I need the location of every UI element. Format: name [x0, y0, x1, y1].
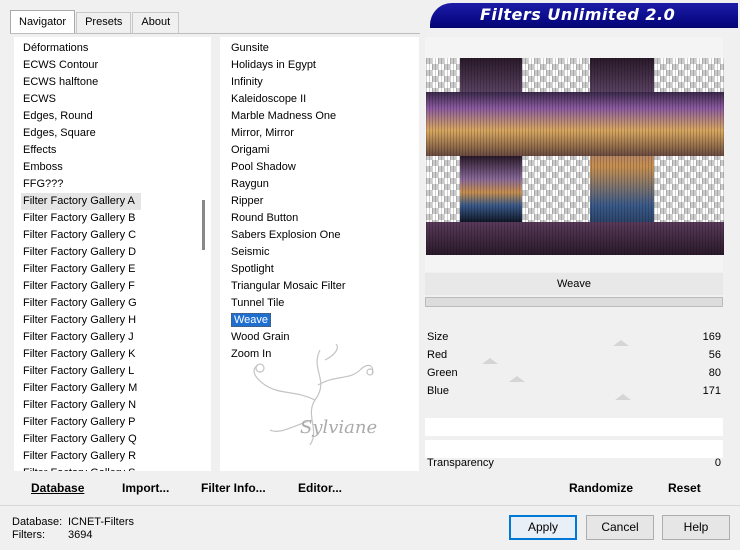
randomize-button[interactable]: Randomize [569, 481, 633, 495]
category-item[interactable]: ECWS halftone [23, 74, 211, 91]
category-item[interactable]: Filter Factory Gallery E [23, 261, 211, 278]
filter-item[interactable]: Origami [231, 142, 419, 159]
control-value: 56 [708, 349, 721, 361]
category-scrollbar-thumb[interactable] [202, 200, 205, 250]
category-item[interactable]: Emboss [23, 159, 211, 176]
category-item[interactable]: Effects [23, 142, 211, 159]
control-value: 0 [714, 457, 721, 469]
category-item[interactable]: Filter Factory Gallery F [23, 278, 211, 295]
slider-marker[interactable] [615, 394, 631, 400]
database-info: Database: ICNET-Filters [12, 516, 134, 529]
category-item[interactable]: ECWS Contour [23, 57, 211, 74]
filter-item[interactable]: Raygun [231, 176, 419, 193]
database-button[interactable]: Database [31, 481, 84, 495]
category-item[interactable]: Filter Factory Gallery Q [23, 431, 211, 448]
filter-item[interactable]: Weave [231, 312, 419, 329]
filter-item[interactable]: Round Button [231, 210, 419, 227]
help-button[interactable]: Help [662, 515, 730, 540]
category-item[interactable]: Filter Factory Gallery H [23, 312, 211, 329]
tab-navigator[interactable]: Navigator [10, 10, 76, 34]
control-transparency[interactable]: Transparency 0 [425, 454, 723, 472]
filter-item[interactable]: Pool Shadow [231, 159, 419, 176]
category-item[interactable]: ECWS [23, 91, 211, 108]
filters-info: Filters: 3694 [12, 529, 92, 542]
preview-image [426, 58, 724, 255]
selected-filter-label: Weave [231, 313, 272, 327]
category-item[interactable]: Filter Factory Gallery N [23, 397, 211, 414]
category-item[interactable]: FFG??? [23, 176, 211, 193]
filter-controls: Size 169 Red 56 Green 80 Blue 171 Transp… [425, 310, 723, 471]
filter-item[interactable]: Marble Madness One [231, 108, 419, 125]
category-list[interactable]: Déformations ECWS Contour ECWS halftone ECW… [14, 37, 211, 471]
category-item[interactable]: Filter Factory Gallery R [23, 448, 211, 465]
tab-bar: Navigator Presets About [10, 10, 180, 34]
filter-item[interactable]: Gunsite [231, 40, 419, 57]
category-item[interactable]: Filter Factory Gallery C [23, 227, 211, 244]
app-title: Filters Unlimited 2.0 [480, 5, 676, 24]
category-item[interactable]: Filter Factory Gallery J [23, 329, 211, 346]
category-item[interactable]: Filter Factory Gallery B [23, 210, 211, 227]
category-item[interactable]: Filter Factory Gallery D [23, 244, 211, 261]
control-label: Red [427, 349, 448, 361]
control-label: Transparency [427, 457, 494, 469]
watermark-text: Sylviane [300, 417, 378, 438]
filter-item[interactable]: Spotlight [231, 261, 419, 278]
filter-item[interactable]: Infinity [231, 74, 419, 91]
category-item[interactable]: Filter Factory Gallery A [21, 193, 141, 210]
control-green[interactable]: Green 80 [425, 364, 723, 382]
database-value: ICNET-Filters [68, 516, 134, 528]
filter-info-button[interactable]: Filter Info... [201, 481, 266, 495]
filter-item[interactable]: Tunnel Tile [231, 295, 419, 312]
apply-button[interactable]: Apply [509, 515, 577, 540]
category-item[interactable]: Filter Factory Gallery M [23, 380, 211, 397]
preview-progress-bar [425, 297, 723, 307]
control-size[interactable]: Size 169 [425, 328, 723, 346]
category-item[interactable]: Filter Factory Gallery G [23, 295, 211, 312]
control-red[interactable]: Red 56 [425, 346, 723, 364]
editor-button[interactable]: Editor... [298, 481, 342, 495]
filter-item[interactable]: Kaleidoscope II [231, 91, 419, 108]
tab-about[interactable]: About [132, 12, 180, 34]
control-value: 169 [702, 331, 721, 343]
filter-item[interactable]: Seismic [231, 244, 419, 261]
category-item[interactable]: Filter Factory Gallery K [23, 346, 211, 363]
category-item[interactable]: Edges, Round [23, 108, 211, 125]
tab-divider [10, 33, 420, 34]
import-button[interactable]: Import... [122, 481, 169, 495]
app-title-banner: Filters Unlimited 2.0 [430, 3, 738, 28]
filter-item[interactable]: Mirror, Mirror [231, 125, 419, 142]
tab-presets[interactable]: Presets [76, 12, 132, 34]
filter-item[interactable]: Holidays in Egypt [231, 57, 419, 74]
footer-divider [0, 505, 740, 506]
empty-control-row [425, 418, 723, 436]
filters-value: 3694 [68, 529, 93, 541]
cancel-button[interactable]: Cancel [586, 515, 654, 540]
preview-filter-name: Weave [425, 273, 723, 295]
filter-item[interactable]: Sabers Explosion One [231, 227, 419, 244]
control-value: 80 [708, 367, 721, 379]
filters-label: Filters: [12, 529, 45, 541]
category-item[interactable]: Déformations [23, 40, 211, 57]
filter-item[interactable]: Triangular Mosaic Filter [231, 278, 419, 295]
control-label: Blue [427, 385, 450, 397]
reset-button[interactable]: Reset [668, 481, 701, 495]
category-item[interactable]: Filter Factory Gallery L [23, 363, 211, 380]
filter-item[interactable]: Ripper [231, 193, 419, 210]
control-label: Green [427, 367, 458, 379]
control-blue[interactable]: Blue 171 [425, 382, 723, 400]
control-value: 171 [702, 385, 721, 397]
database-label: Database: [12, 516, 63, 528]
category-item[interactable]: Filter Factory Gallery S [23, 465, 211, 471]
category-item[interactable]: Edges, Square [23, 125, 211, 142]
control-label: Size [427, 331, 449, 343]
category-item[interactable]: Filter Factory Gallery P [23, 414, 211, 431]
